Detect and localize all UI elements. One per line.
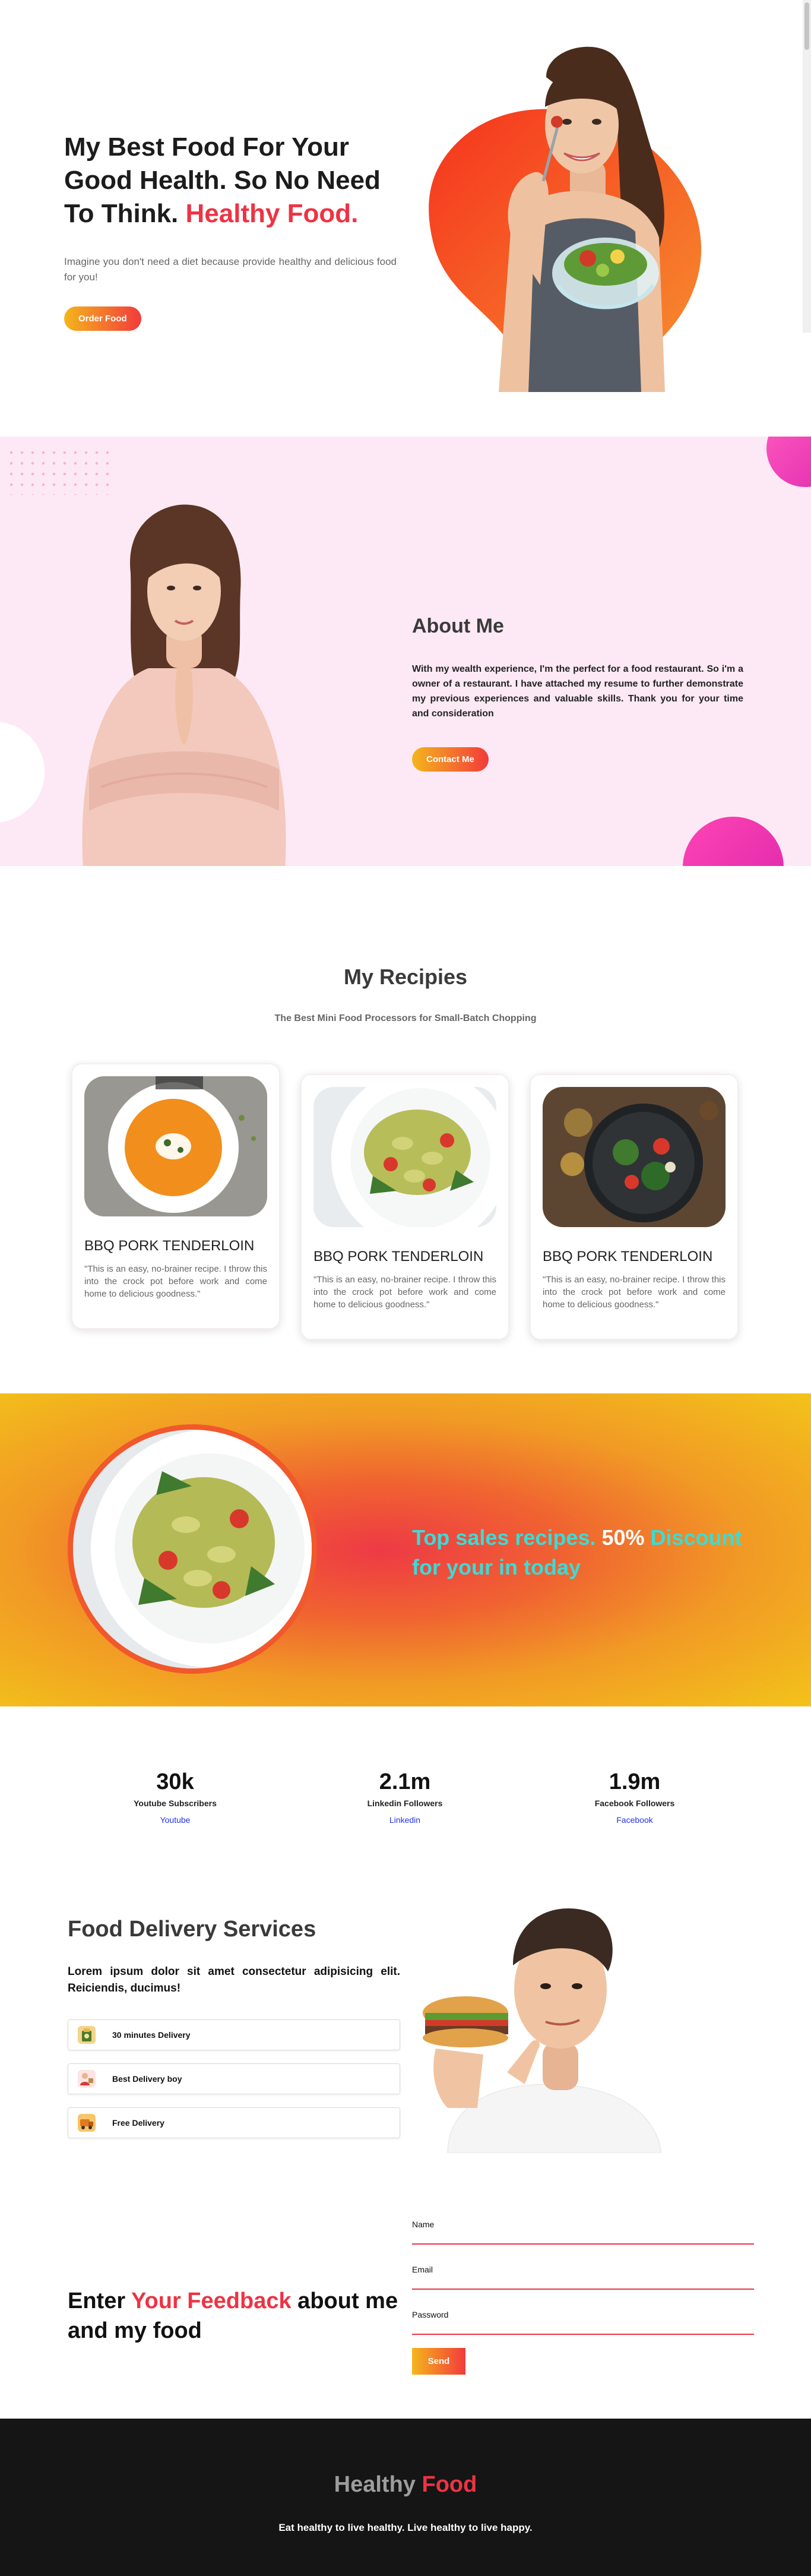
feature-label: Free Delivery	[112, 2118, 164, 2128]
footer: Healthy Food Eat healthy to live healthy…	[0, 2419, 811, 2576]
stat-youtube: 30k Youtube Subscribers Youtube	[98, 1769, 252, 1825]
recipe-card[interactable]: BBQ PORK TENDERLOIN "This is an easy, no…	[71, 1063, 280, 1329]
hero-title-accent: Healthy Food.	[185, 199, 359, 228]
about-description: With my wealth experience, I'm the perfe…	[412, 664, 743, 719]
recipe-image-pasta	[313, 1087, 496, 1227]
feature-label: 30 minutes Delivery	[112, 2030, 191, 2040]
delivery-text-block: Food Delivery Services Lorem ipsum dolor…	[68, 1917, 400, 2138]
promo-headline: Top sales recipes. 50% Discount for your…	[412, 1523, 768, 1582]
feature-item: Best Delivery boy	[68, 2063, 400, 2094]
stat-facebook: 1.9m Facebook Followers Facebook	[557, 1769, 712, 1825]
about-section: About Me With my wealth experience, I'm …	[0, 437, 811, 866]
facebook-link[interactable]: Facebook	[557, 1815, 712, 1825]
feedback-title-pre: Enter	[68, 2289, 132, 2313]
name-field[interactable]	[412, 2229, 754, 2245]
decorative-dots	[6, 447, 113, 495]
promo-discount-value: 50%	[601, 1525, 645, 1550]
recipe-card[interactable]: BBQ PORK TENDERLOIN "This is an easy, no…	[300, 1074, 509, 1340]
recipe-card-title: BBQ PORK TENDERLOIN	[84, 1238, 255, 1254]
hero-text-block: My Best Food For Your Good Health. So No…	[64, 131, 397, 331]
delivery-description: Lorem ipsum dolor sit amet consectetur a…	[68, 1965, 400, 1995]
stat-label: Linkedin Followers	[367, 1799, 443, 1808]
email-field[interactable]	[412, 2274, 754, 2290]
feedback-form: Name Email Password Send	[412, 2220, 754, 2375]
decorative-circle-left	[0, 722, 45, 823]
password-field[interactable]	[412, 2319, 754, 2335]
decorative-circle-bottom-right	[683, 817, 784, 866]
recipe-card[interactable]: BBQ PORK TENDERLOIN "This is an easy, no…	[530, 1074, 739, 1340]
contact-me-button[interactable]: Contact Me	[412, 747, 489, 772]
email-label: Email	[412, 2265, 433, 2274]
stat-linkedin: 2.1m Linkedin Followers Linkedin	[328, 1769, 482, 1825]
decorative-circle-top-right	[766, 437, 811, 487]
recipe-card-description: "This is an easy, no-brainer recipe. I t…	[543, 1275, 726, 1310]
stat-label: Youtube Subscribers	[134, 1799, 217, 1808]
feedback-title: Enter Your Feedback about me and my food	[68, 2286, 400, 2346]
feature-label: Best Delivery boy	[112, 2074, 182, 2084]
stat-value: 1.9m	[609, 1769, 661, 1794]
password-label: Password	[412, 2310, 449, 2319]
footer-brand: Healthy Food	[0, 2472, 811, 2498]
name-label: Name	[412, 2220, 435, 2229]
stats-section: 30k Youtube Subscribers Youtube 2.1m Lin…	[0, 1706, 811, 1885]
linkedin-link[interactable]: Linkedin	[328, 1815, 482, 1825]
promo-text-part1: Top sales recipes.	[412, 1525, 602, 1550]
youtube-link[interactable]: Youtube	[98, 1815, 252, 1825]
feedback-title-accent: Your Feedback	[131, 2289, 292, 2313]
recipe-card-description: "This is an easy, no-brainer recipe. I t…	[313, 1275, 496, 1310]
recipe-card-title: BBQ PORK TENDERLOIN	[313, 1249, 484, 1265]
feature-item: 30 minutes Delivery	[68, 2019, 400, 2050]
hero-title: My Best Food For Your Good Health. So No…	[64, 131, 397, 230]
food-package-icon	[78, 2026, 96, 2044]
delivery-person-icon	[78, 2070, 96, 2088]
recipes-subtitle: The Best Mini Food Processors for Small-…	[274, 1013, 537, 1023]
burger-man-image	[412, 1894, 677, 2153]
recipes-section: My Recipies The Best Mini Food Processor…	[0, 866, 811, 1393]
promo-section: Top sales recipes. 50% Discount for your…	[0, 1393, 811, 1706]
footer-brand-main: Healthy	[334, 2472, 422, 2497]
feedback-section: Enter Your Feedback about me and my food…	[0, 2220, 811, 2419]
stat-label: Facebook Followers	[594, 1799, 675, 1808]
recipes-title: My Recipies	[343, 965, 468, 989]
recipe-card-title: BBQ PORK TENDERLOIN	[543, 1249, 713, 1265]
feature-item: Free Delivery	[68, 2107, 400, 2138]
footer-brand-accent: Food	[422, 2472, 477, 2497]
recipe-image-soup	[84, 1076, 267, 1216]
footer-tagline: Eat healthy to live healthy. Live health…	[278, 2522, 533, 2533]
delivery-section: Food Delivery Services Lorem ipsum dolor…	[0, 1885, 811, 2220]
hero-woman-image	[499, 46, 665, 392]
page-scrollbar[interactable]	[803, 0, 811, 333]
order-food-button[interactable]: Order Food	[64, 306, 141, 331]
hero-section: My Best Food For Your Good Health. So No…	[0, 0, 811, 437]
promo-pasta-image	[68, 1424, 317, 1674]
recipe-card-description: "This is an easy, no-brainer recipe. I t…	[84, 1264, 267, 1299]
about-woman-image	[82, 504, 286, 866]
scrollbar-thumb[interactable]	[804, 2, 809, 50]
send-button[interactable]: Send	[412, 2348, 465, 2375]
stat-value: 30k	[156, 1769, 194, 1794]
hero-description: Imagine you don't need a diet because pr…	[64, 256, 397, 283]
about-text-block: About Me With my wealth experience, I'm …	[412, 615, 743, 772]
stat-value: 2.1m	[379, 1769, 431, 1794]
delivery-title: Food Delivery Services	[68, 1917, 316, 1942]
recipe-image-skillet	[543, 1087, 726, 1227]
about-title: About Me	[412, 615, 504, 637]
free-delivery-icon	[78, 2114, 96, 2132]
